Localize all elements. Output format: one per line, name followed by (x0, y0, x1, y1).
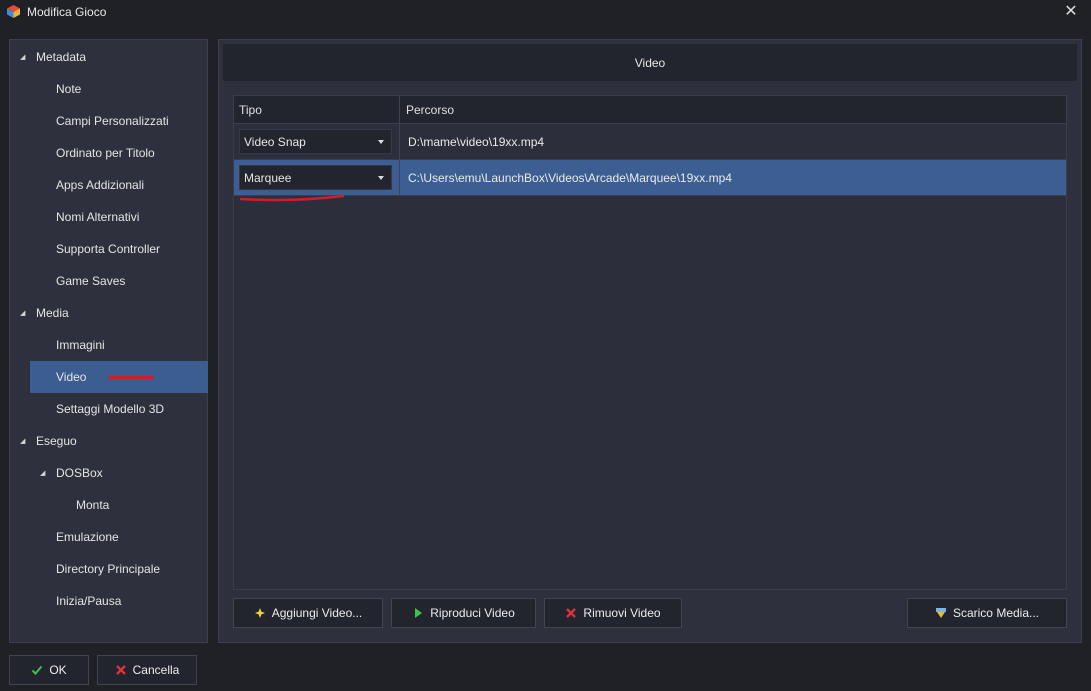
red-annotation-mark (108, 376, 154, 379)
tree-item-inizia-pausa[interactable]: Inizia/Pausa (10, 585, 207, 617)
path-cell[interactable]: C:\Users\emu\LaunchBox\Videos\Arcade\Mar… (408, 171, 732, 185)
tree-item-media[interactable]: ◢ Media (10, 297, 207, 329)
checkmark-icon (31, 664, 43, 676)
tree-item-metadata[interactable]: ◢ Metadata (10, 41, 207, 73)
remove-x-icon (565, 607, 577, 619)
section-header: Video (223, 44, 1077, 81)
cancel-button[interactable]: Cancella (97, 655, 197, 685)
expanded-triangle-icon[interactable]: ◢ (20, 309, 25, 317)
play-video-button[interactable]: Riproduci Video (391, 598, 536, 628)
tree-item-campi-personalizzati[interactable]: Campi Personalizzati (10, 105, 207, 137)
expanded-triangle-icon[interactable]: ◢ (40, 469, 45, 477)
tree-item-nomi-alternativi[interactable]: Nomi Alternativi (10, 201, 207, 233)
remove-video-button[interactable]: Rimuovi Video (544, 598, 682, 628)
type-dropdown[interactable]: Video Snap (239, 129, 392, 154)
type-dropdown-value: Video Snap (244, 135, 306, 149)
tree-item-dosbox[interactable]: ◢ DOSBox (10, 457, 207, 489)
video-panel: Video Tipo Percorso Video Snap D:\mame\v… (218, 39, 1082, 643)
table-row[interactable]: Video Snap D:\mame\video\19xx.mp4 (234, 124, 1066, 160)
window-title: Modifica Gioco (27, 5, 107, 19)
chevron-down-icon[interactable] (378, 176, 384, 180)
tree-item-immagini[interactable]: Immagini (10, 329, 207, 361)
tree-item-game-saves[interactable]: Game Saves (10, 265, 207, 297)
column-header-percorso[interactable]: Percorso (406, 103, 454, 117)
add-video-button[interactable]: Aggiungi Video... (233, 598, 383, 628)
ok-button[interactable]: OK (9, 655, 89, 685)
tree-item-note[interactable]: Note (10, 73, 207, 105)
tree-item-monta[interactable]: Monta (10, 489, 207, 521)
expanded-triangle-icon[interactable]: ◢ (20, 437, 25, 445)
tree-item-video[interactable]: Video (30, 361, 208, 393)
type-dropdown-value: Marquee (244, 171, 292, 185)
video-grid[interactable]: Tipo Percorso Video Snap D:\mame\video\1… (233, 95, 1067, 590)
title-bar: Modifica Gioco ✕ (0, 0, 1091, 26)
column-header-tipo[interactable]: Tipo (239, 103, 262, 117)
tree-item-ordinato-per-titolo[interactable]: Ordinato per Titolo (10, 137, 207, 169)
column-divider[interactable] (399, 96, 400, 124)
type-dropdown[interactable]: Marquee (239, 165, 392, 190)
tree-item-eseguo[interactable]: ◢ Eseguo (10, 425, 207, 457)
chevron-down-icon[interactable] (378, 140, 384, 144)
column-divider (399, 124, 400, 160)
launchbox-app-icon (7, 5, 20, 18)
column-divider (399, 160, 400, 196)
tree-item-apps-addizionali[interactable]: Apps Addizionali (10, 169, 207, 201)
cancel-x-icon (115, 664, 127, 676)
red-annotation-mark (239, 194, 345, 202)
tree-item-settaggi-modello-3d[interactable]: Settaggi Modello 3D (10, 393, 207, 425)
play-icon (412, 607, 424, 619)
tree-item-directory-principale[interactable]: Directory Principale (10, 553, 207, 585)
tree-item-emulazione[interactable]: Emulazione (10, 521, 207, 553)
plus-star-icon (254, 607, 266, 619)
tree-item-supporta-controller[interactable]: Supporta Controller (10, 233, 207, 265)
close-icon[interactable]: ✕ (1061, 2, 1081, 22)
download-icon (935, 607, 947, 619)
grid-header: Tipo Percorso (234, 96, 1066, 124)
table-row[interactable]: Marquee C:\Users\emu\LaunchBox\Videos\Ar… (234, 160, 1066, 196)
expanded-triangle-icon[interactable]: ◢ (20, 53, 25, 61)
navigation-tree: ◢ Metadata Note Campi Personalizzati Ord… (9, 39, 208, 643)
download-media-button[interactable]: Scarico Media... (907, 598, 1067, 628)
path-cell[interactable]: D:\mame\video\19xx.mp4 (408, 135, 544, 149)
